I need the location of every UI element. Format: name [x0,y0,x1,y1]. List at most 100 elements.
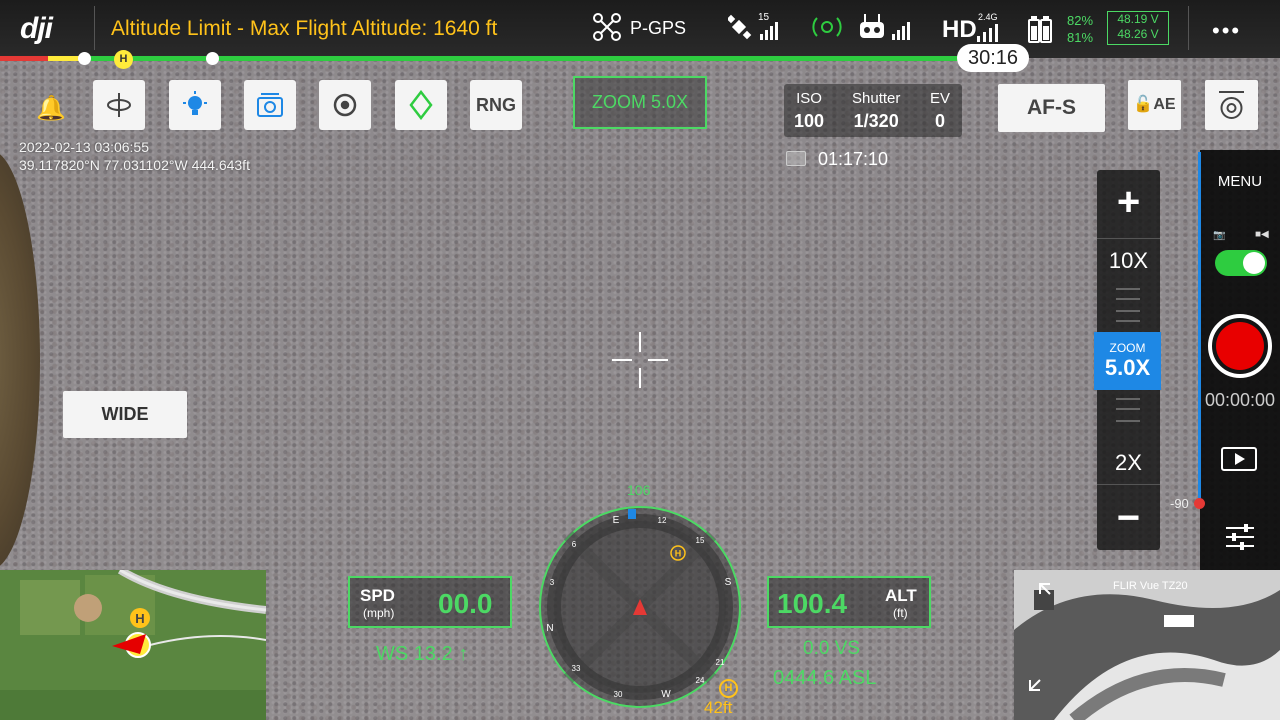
battery-voltages: 48.19 V 48.26 V [1107,11,1169,45]
camera-settings-icon [1219,91,1244,119]
camera-mode-button[interactable] [244,80,296,130]
home-distance: 42ft [704,698,733,717]
compass-tick: 33 [572,664,581,673]
compass-east: E [613,515,620,526]
shutter-group: Shutter 1/320 [852,90,900,132]
dji-logo[interactable]: dji [20,12,53,46]
sd-card-icon [786,151,806,166]
gimbal-mode-button[interactable] [93,80,145,130]
remote-controller-icon[interactable] [858,12,920,44]
compass-radar[interactable]: E S W N 12 15 21 24 30 33 3 6 H [538,505,742,709]
more-menu-icon[interactable]: ••• [1212,18,1241,44]
voltage-2: 48.26 V [1117,27,1159,41]
battery-flight-bar [0,56,1000,61]
ae-lock-button[interactable]: 🔓AE [1128,80,1181,130]
ev-label: EV [930,90,951,107]
lightbulb-icon [183,91,207,115]
exposure-panel[interactable]: ISO 100 Shutter 1/320 EV 0 [784,84,962,137]
zoom-current-level[interactable]: ZOOM 5.0X [1094,332,1161,390]
zoom-indicator[interactable]: ZOOM 5.0X [573,76,707,129]
top-status-bar: dji Altitude Limit - Max Flight Altitude… [0,0,1280,58]
iso-label: ISO [796,90,822,107]
gimbal-pitch-scale[interactable] [1198,152,1201,504]
zoom-tick [1116,298,1140,300]
bell-icon[interactable]: 🔔 [36,94,66,123]
battery-percent-1: 82% [1067,13,1094,28]
altitude-asl: 0444.6 ASL [773,667,877,689]
satellite-icon[interactable] [728,12,784,44]
compass-south: S [725,577,732,588]
shutter-value: 1/320 [853,111,899,131]
spd-unit: (mph) [363,606,395,620]
battery-icon[interactable] [1027,14,1063,46]
compass-tick: 15 [696,536,705,545]
video-link-label[interactable]: HD [942,16,977,44]
storage-remaining-time: 01:17:10 [818,149,889,169]
camera-settings-button[interactable] [1205,80,1258,130]
target-button[interactable] [319,80,371,130]
ev-value: 0 [935,111,946,131]
playback-icon[interactable] [1221,447,1257,471]
gimbal-pitch-handle[interactable] [1194,498,1205,509]
light-button[interactable] [169,80,221,130]
satellite-count: 15 [758,12,770,23]
battery-critical-zone [0,56,48,61]
alt-value: 100.4 [777,588,848,619]
play-triangle-icon [1235,453,1245,465]
zoom-tick [1116,420,1140,422]
thermal-camera-view[interactable] [1014,570,1280,720]
compass-west: W [661,689,671,700]
voltage-1: 48.19 V [1117,12,1159,26]
zoom-current-value: 5.0X [1104,355,1151,380]
ev-group: EV 0 [930,90,950,132]
crosshair-icon [612,332,668,388]
photo-icon: 📷 [1213,230,1226,241]
vision-system-icon[interactable] [812,12,842,42]
divider [94,6,95,50]
zoom-in-button[interactable]: + [1097,180,1160,225]
rng-label: RNG [476,94,516,115]
thermal-camera-label: FLIR Vue TZ20 [1113,580,1188,592]
video-band: 2.4G [978,12,998,22]
sliders-icon[interactable] [1224,522,1256,552]
compass-tick: 12 [658,516,667,525]
spd-label: SPD [360,586,395,605]
map-home-marker: H [135,611,144,626]
critical-marker [78,52,91,65]
divider [1097,484,1160,485]
wind-speed: WS 13.2 ↑ [376,643,469,665]
zoom-level-10x[interactable]: 10X [1097,248,1160,274]
gps-coordinates: 39.117820°N 77.031102°W 444.643ft [19,157,250,173]
map-view: H [0,570,266,720]
compass-home-marker: H [675,549,682,559]
diamond-icon [409,90,433,120]
altitude-display: 100.4 ALT (ft) [767,576,931,628]
toggle-knob [1243,252,1265,274]
focus-mode-button[interactable]: AF-S [998,84,1105,132]
target-icon [333,93,357,117]
spd-value: 00.0 [438,588,493,619]
lock-icon: 🔓 [1133,96,1154,113]
zoom-out-button[interactable]: − [1097,496,1160,541]
thermal-image [1014,570,1280,720]
record-button[interactable] [1208,314,1272,378]
shutter-label: Shutter [852,90,901,107]
wide-lens-button[interactable]: WIDE [63,391,187,438]
altitude-limit-warning: Altitude Limit - Max Flight Altitude: 16… [111,17,498,40]
navigation-button[interactable] [395,80,447,130]
vertical-speed: 0.0 VS [803,638,861,659]
compass-tick: 30 [614,690,623,699]
zoom-slider[interactable]: + 10X ZOOM 5.0X 2X − [1094,170,1161,550]
zoom-level-2x[interactable]: 2X [1097,450,1160,476]
heading-value: 106 [627,482,651,498]
photo-video-toggle[interactable] [1215,250,1267,276]
drone-icon[interactable] [592,12,622,42]
menu-button[interactable]: MENU [1200,173,1280,190]
rangefinder-button[interactable]: RNG [470,80,522,130]
zoom-tick [1116,398,1140,400]
minimap[interactable]: H [0,570,266,720]
divider [1097,238,1160,239]
zoom-tick [1116,310,1140,312]
compass-north: N [546,623,553,634]
flight-mode[interactable]: P-GPS [630,18,686,39]
